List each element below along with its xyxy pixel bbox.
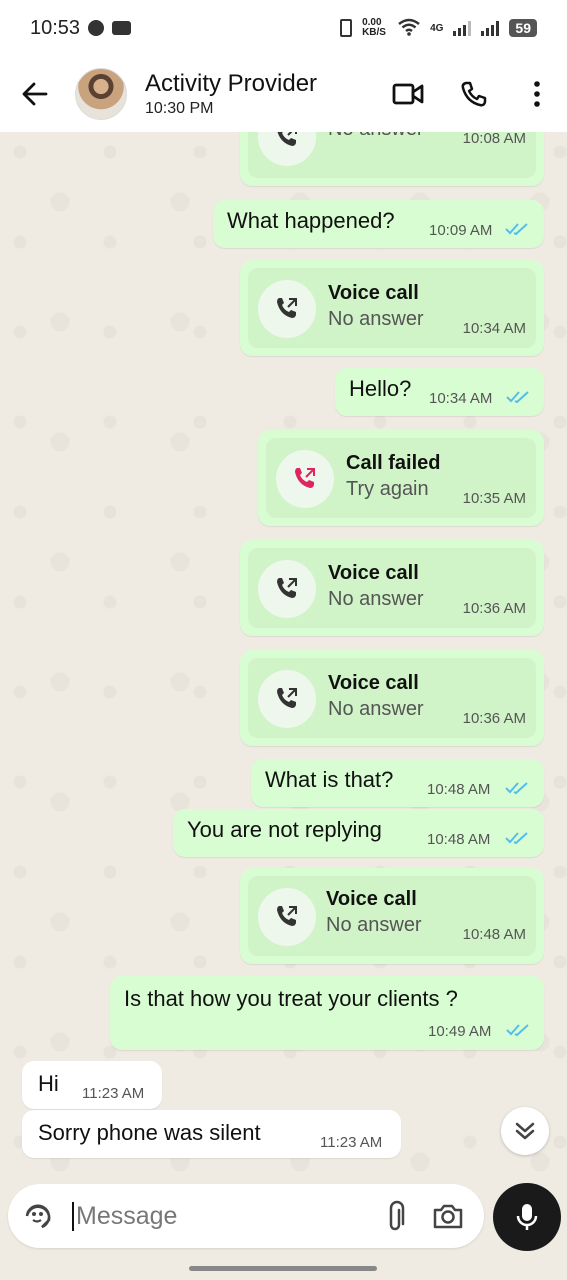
call-message[interactable]: Voice call No answer 10:34 AM (240, 260, 544, 356)
facebook-icon (88, 20, 105, 36)
call-title: Voice call (328, 562, 419, 584)
incoming-message[interactable]: Sorry phone was silent 11:23 AM (22, 1110, 401, 1158)
message-time: 10:09 AM (429, 222, 493, 239)
outgoing-call-icon (277, 132, 297, 146)
read-ticks-icon (506, 1024, 529, 1037)
signal-icon-2 (481, 20, 500, 36)
message-time: 11:23 AM (320, 1134, 383, 1151)
message-time: 11:23 AM (82, 1085, 145, 1102)
call-status: No answer (328, 308, 424, 330)
message-text: Hi (38, 1071, 59, 1096)
more-options-button[interactable] (507, 56, 567, 132)
call-failed-message[interactable]: Call failed Try again 10:35 AM (258, 430, 544, 526)
call-status: No answer (328, 588, 424, 610)
read-ticks-icon (505, 223, 528, 236)
more-vert-icon (534, 81, 540, 107)
double-chevron-down-icon (515, 1122, 535, 1140)
call-status: No answer (328, 698, 424, 720)
youtube-icon (112, 21, 132, 35)
voice-message-button[interactable] (493, 1183, 561, 1251)
signal-icon (453, 20, 472, 36)
message-time: 10:36 AM (462, 710, 526, 727)
read-ticks-icon (506, 391, 529, 404)
call-title: Voice call (328, 672, 419, 694)
camera-icon (433, 1204, 463, 1229)
paperclip-icon (389, 1200, 405, 1231)
call-message[interactable]: Voice call No answer 10:36 AM (240, 650, 544, 746)
attach-button[interactable] (370, 1184, 422, 1248)
status-bar: 10:53 0.00 KB/S 4G 59 (0, 0, 567, 56)
contact-info[interactable]: Activity Provider 10:30 PM (145, 70, 317, 118)
vibrate-icon (340, 19, 353, 37)
network-type: 4G (430, 22, 444, 34)
call-title: Voice call (326, 888, 417, 910)
net-speed: 0.00 KB/S (362, 17, 386, 38)
mic-icon (516, 1204, 538, 1230)
arrow-left-icon (22, 82, 48, 106)
battery-level: 59 (509, 19, 537, 37)
phone-icon (461, 81, 487, 107)
video-camera-icon (392, 83, 424, 105)
chat-header: Activity Provider 10:30 PM (0, 56, 567, 132)
outgoing-message[interactable]: Is that how you treat your clients ? 10:… (110, 976, 544, 1050)
read-ticks-icon (505, 832, 528, 845)
call-icon-circle (276, 450, 334, 508)
call-status: No answer (328, 132, 424, 141)
message-text: What is that? (265, 767, 394, 792)
message-composer (8, 1184, 484, 1248)
call-failed-icon (295, 468, 315, 488)
chat-area[interactable]: No answer 10:08 AM What happened? 10:09 … (0, 132, 567, 1178)
message-text: You are not replying (187, 817, 382, 842)
sticker-button[interactable] (12, 1184, 64, 1248)
contact-last-seen: 10:30 PM (145, 100, 214, 117)
gesture-nav-bar[interactable] (189, 1266, 377, 1271)
outgoing-message[interactable]: What happened? 10:09 AM (213, 200, 544, 248)
outgoing-call-icon (277, 578, 297, 598)
message-time: 10:48 AM (427, 831, 491, 848)
call-message[interactable]: Voice call No answer 10:48 AM (240, 868, 544, 964)
message-text: Sorry phone was silent (38, 1120, 261, 1145)
message-time: 10:48 AM (462, 926, 526, 943)
message-time: 10:35 AM (462, 490, 526, 507)
call-icon-circle (258, 888, 316, 946)
outgoing-call-icon (277, 906, 297, 926)
video-call-button[interactable] (375, 56, 441, 132)
read-ticks-icon (505, 782, 528, 795)
call-icon-circle (258, 560, 316, 618)
outgoing-call-icon (277, 688, 297, 708)
call-message[interactable]: No answer 10:08 AM (240, 132, 544, 186)
message-text: What happened? (227, 208, 395, 233)
call-title: Voice call (328, 282, 419, 304)
call-message[interactable]: Voice call No answer 10:36 AM (240, 540, 544, 636)
call-icon-circle (258, 280, 316, 338)
call-status: Try again (346, 478, 429, 500)
message-time: 10:36 AM (462, 600, 526, 617)
outgoing-message[interactable]: Hello? 10:34 AM (335, 368, 544, 416)
message-input[interactable] (72, 1201, 342, 1231)
avatar[interactable] (75, 68, 127, 120)
message-time: 10:49 AM (428, 1023, 492, 1040)
message-time: 10:34 AM (429, 390, 493, 407)
status-time: 10:53 (30, 16, 81, 39)
call-status: No answer (326, 914, 422, 936)
message-text: Hello? (349, 376, 412, 401)
back-button[interactable] (0, 56, 70, 132)
voice-call-button[interactable] (441, 56, 507, 132)
wifi-icon (398, 18, 420, 39)
call-title: Call failed (346, 452, 441, 474)
call-icon-circle (258, 670, 316, 728)
outgoing-message[interactable]: You are not replying 10:48 AM (173, 809, 544, 857)
contact-name: Activity Provider (145, 70, 318, 97)
message-time: 10:48 AM (427, 781, 491, 798)
camera-button[interactable] (422, 1184, 474, 1248)
scroll-to-bottom-button[interactable] (501, 1107, 549, 1155)
sticker-icon (25, 1204, 51, 1229)
outgoing-call-icon (277, 298, 297, 318)
message-time: 10:34 AM (462, 320, 526, 337)
message-text: Is that how you treat your clients ? (124, 986, 458, 1011)
message-time: 10:08 AM (462, 132, 526, 147)
outgoing-message[interactable]: What is that? 10:48 AM (251, 759, 544, 807)
incoming-message[interactable]: Hi 11:23 AM (22, 1061, 162, 1109)
